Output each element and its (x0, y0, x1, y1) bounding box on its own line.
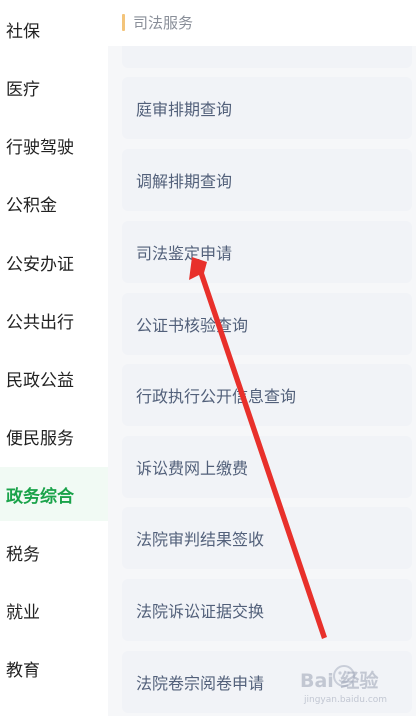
service-card-label: 公证书核验查询 (136, 316, 249, 335)
service-card-label: 诉讼费网上缴费 (136, 459, 249, 478)
service-card-administrative-execution[interactable]: 行政执行公开信息查询 (122, 364, 412, 426)
service-card-evidence-exchange[interactable]: 法院诉讼证据交换 (122, 579, 412, 641)
sidebar-item-label: 就业 (6, 602, 40, 623)
sidebar-item-label: 公共出行 (6, 312, 74, 333)
sidebar-item-label: 公积金 (6, 195, 57, 216)
service-card-label: 司法鉴定申请 (136, 244, 233, 263)
service-card-case-file-review[interactable]: 法院卷宗阅卷申请 (122, 651, 412, 713)
sidebar-item-label: 行驶驾驶 (6, 137, 74, 158)
sidebar-item-public-transport[interactable]: 公共出行 (0, 293, 108, 347)
sidebar-item-label: 公安办证 (6, 254, 74, 275)
service-card-judgment-receipt[interactable]: 法院审判结果签收 (122, 507, 412, 569)
sidebar-item-medical[interactable]: 医疗 (0, 60, 108, 114)
sidebar-item-tax[interactable]: 税务 (0, 525, 108, 579)
service-content-panel: 司法服务 庭审排期查询 调解排期查询 司法鉴定申请 公证书核验查询 行政执行公开… (108, 0, 416, 716)
section-accent-bar (122, 14, 125, 31)
service-card-label: 法院卷宗阅卷申请 (136, 674, 265, 693)
sidebar-item-police-services[interactable]: 公安办证 (0, 235, 108, 289)
service-card-label: 法院诉讼证据交换 (136, 602, 265, 621)
service-card-mediation-schedule[interactable]: 调解排期查询 (122, 149, 412, 211)
sidebar-item-education[interactable]: 教育 (0, 641, 108, 695)
sidebar-item-housing-fund[interactable]: 公积金 (0, 176, 108, 230)
sidebar-item-convenience[interactable]: 便民服务 (0, 409, 108, 463)
sidebar-item-label: 社保 (6, 21, 40, 42)
service-card-label: 行政执行公开信息查询 (136, 387, 297, 406)
sidebar-item-civil-affairs[interactable]: 民政公益 (0, 351, 108, 405)
sidebar-item-label: 税务 (6, 544, 40, 565)
sidebar-item-label: 医疗 (6, 79, 40, 100)
category-sidebar: 社保 医疗 行驶驾驶 公积金 公安办证 公共出行 民政公益 便民服务 政务综合 … (0, 0, 108, 716)
service-card-trial-schedule[interactable]: 庭审排期查询 (122, 77, 412, 139)
section-title: 司法服务 (133, 14, 194, 32)
sidebar-item-label: 政务综合 (6, 486, 74, 507)
sidebar-item-driving[interactable]: 行驶驾驶 (0, 118, 108, 172)
service-card-judicial-appraisal[interactable]: 司法鉴定申请 (122, 221, 412, 283)
section-header: 司法服务 (108, 0, 416, 46)
service-card-label: 法院审判结果签收 (136, 530, 265, 549)
service-card-label: 庭审排期查询 (136, 100, 233, 119)
sidebar-item-label: 便民服务 (6, 428, 74, 449)
sidebar-item-label: 民政公益 (6, 370, 74, 391)
sidebar-item-government-affairs[interactable]: 政务综合 (0, 467, 108, 521)
sidebar-item-label: 教育 (6, 660, 40, 681)
sidebar-item-employment[interactable]: 就业 (0, 583, 108, 637)
service-card-notary-verification[interactable]: 公证书核验查询 (122, 293, 412, 355)
service-card-litigation-fee[interactable]: 诉讼费网上缴费 (122, 436, 412, 498)
service-card-label: 调解排期查询 (136, 172, 233, 191)
app-window: 社保 医疗 行驶驾驶 公积金 公安办证 公共出行 民政公益 便民服务 政务综合 … (0, 0, 416, 716)
sidebar-item-social-security[interactable]: 社保 (0, 2, 108, 56)
